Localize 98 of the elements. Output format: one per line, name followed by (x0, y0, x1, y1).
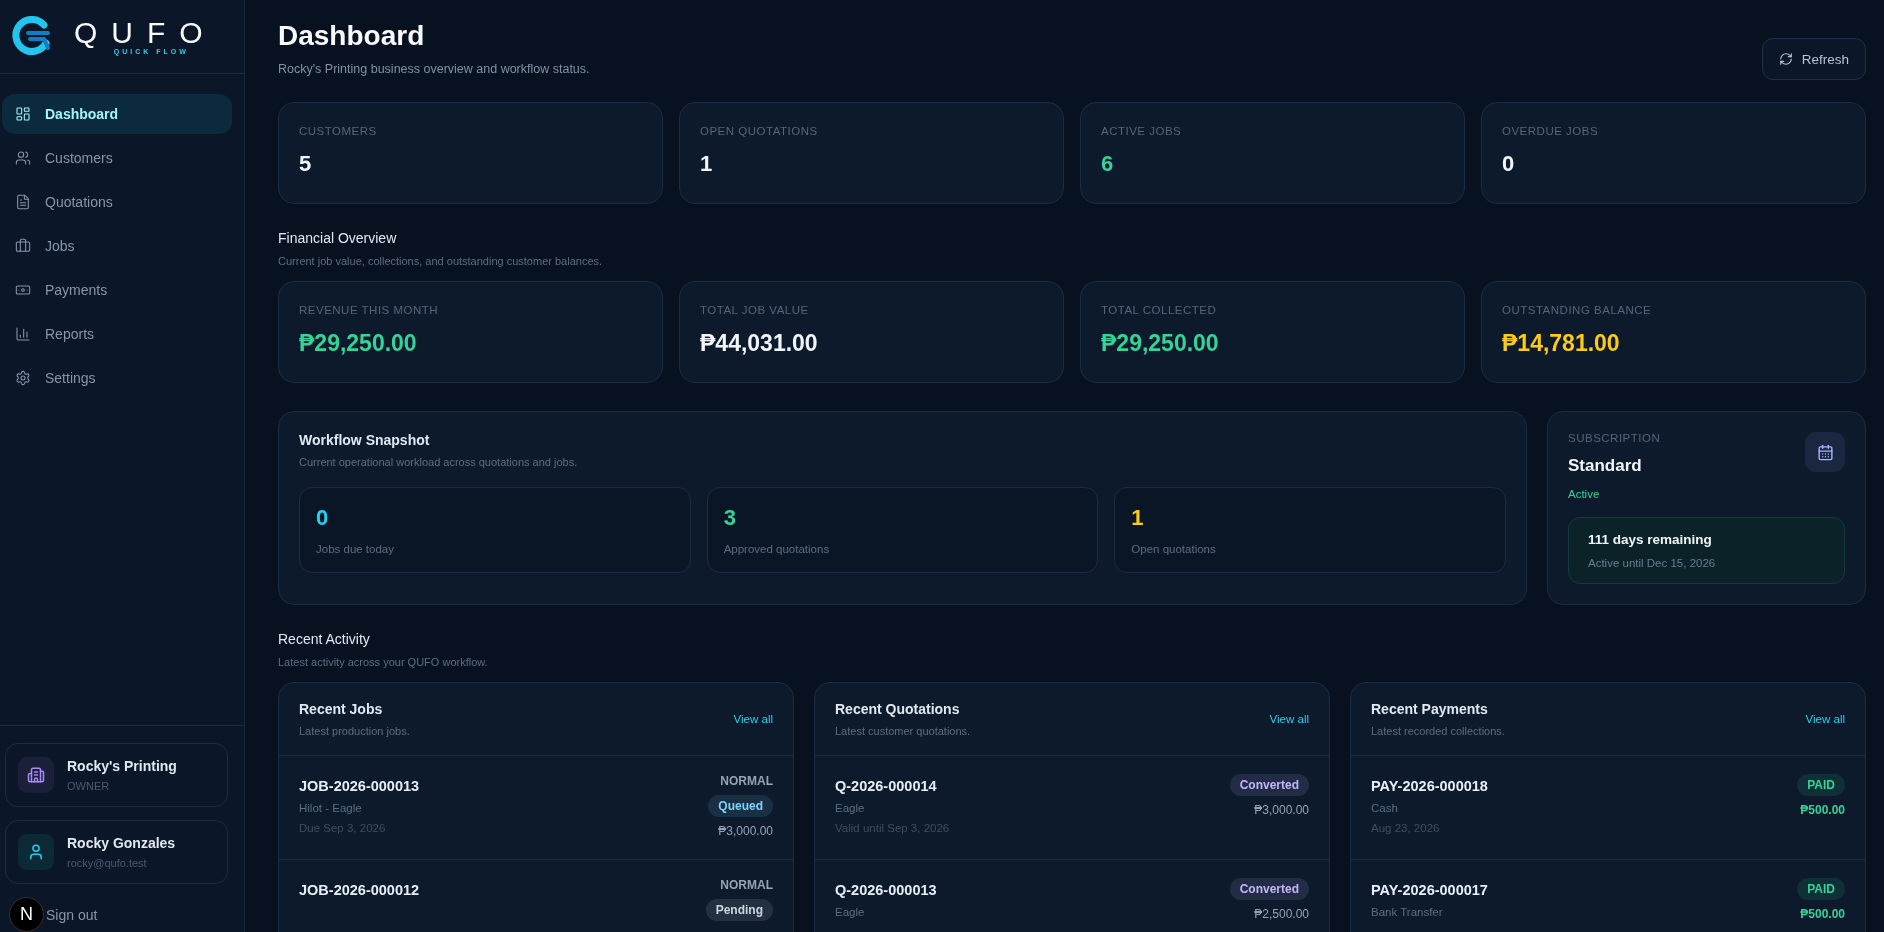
sidebar-item[interactable]: Jobs (2, 226, 232, 266)
record-number: Q-2026-000014 (835, 778, 938, 794)
user-icon (18, 834, 54, 870)
settings-icon (15, 370, 31, 386)
status-badge: Converted (1229, 774, 1309, 796)
sidebar-item[interactable]: Payments (2, 270, 232, 310)
activity-row[interactable]: PAY-2026-000017 Bank Transfer PAID ₱500.00 (1351, 860, 1865, 932)
finance-label: REVENUE THIS MONTH (299, 304, 440, 316)
section-subtitle: Latest activity across your QUFO workflow. (278, 656, 489, 668)
card-title: Recent Payments (1371, 701, 1489, 717)
section-subtitle: Current job value, collections, and outstanding customer balances. (278, 255, 604, 267)
dashboard-grid-icon (15, 106, 31, 122)
record-detail: Bank Transfer (1371, 906, 1444, 918)
sidebar-item[interactable]: Quotations (2, 182, 232, 222)
record-detail: Eagle (835, 906, 866, 918)
refresh-icon (1778, 52, 1793, 66)
page-subtitle: Rocky's Printing business overview and workflow status. (278, 62, 590, 76)
record-number: Q-2026-000013 (835, 882, 937, 898)
status-badge: Pending (705, 899, 773, 921)
stat-label: OPEN QUOTATIONS (700, 125, 819, 137)
section-title: Recent Activity (278, 631, 371, 647)
panel-title: Workflow Snapshot (299, 432, 431, 448)
activity-row[interactable]: JOB-2026-000012 NORMAL Pending (279, 860, 793, 932)
stat-value: 5 (299, 151, 313, 177)
priority-label: NORMAL (720, 774, 773, 788)
record-number: PAY-2026-000018 (1371, 778, 1488, 794)
metric-label: Jobs due today (316, 543, 395, 555)
metric-value: 0 (316, 505, 330, 531)
record-detail: Hilot - Eagle (299, 802, 363, 814)
banknote-icon (15, 282, 31, 298)
card-title: Recent Jobs (299, 701, 384, 717)
status-badge: PAID (1797, 878, 1845, 900)
card-subtitle: Latest recorded collections. (1371, 725, 1505, 737)
subscription-status: Active (1568, 488, 1601, 500)
metric-value: 3 (723, 505, 737, 531)
card-title: Recent Quotations (835, 701, 961, 717)
priority-label: NORMAL (720, 878, 773, 892)
plan-name: Standard (1568, 456, 1643, 476)
record-detail: Eagle (835, 802, 866, 814)
view-all-link[interactable]: View all (1269, 713, 1309, 725)
document-icon (15, 194, 31, 210)
user-email: rocky@qufo.test (67, 857, 148, 869)
briefcase-icon (15, 238, 31, 254)
finance-label: OUTSTANDING BALANCE (1502, 304, 1653, 316)
amount: ₱3,000.00 (718, 824, 773, 838)
record-number: JOB-2026-000012 (299, 882, 420, 898)
activity-row[interactable]: Q-2026-000013 Eagle Converted ₱2,500.00 (815, 860, 1329, 932)
page-title: Dashboard (278, 20, 426, 52)
finance-label: TOTAL JOB VALUE (700, 304, 810, 316)
status-badge: Queued (708, 795, 773, 817)
amount: ₱3,000.00 (1254, 803, 1309, 817)
refresh-button[interactable]: Refresh (1761, 38, 1866, 80)
logo-icon (10, 15, 52, 58)
view-all-link[interactable]: View all (733, 713, 773, 725)
sidebar-item[interactable]: Customers (2, 138, 232, 178)
amount: ₱2,500.00 (1254, 907, 1309, 921)
finance-value: ₱44,031.00 (700, 330, 819, 357)
section-title: Financial Overview (278, 230, 398, 246)
amount: ₱500.00 (1800, 907, 1845, 921)
dev-indicator-badge[interactable]: N (9, 897, 44, 932)
user-name: Rocky Gonzales (67, 835, 176, 851)
metric-value: 1 (1131, 505, 1145, 531)
stat-value: 0 (1502, 151, 1516, 177)
brand-name: QUFO (73, 18, 217, 48)
building-icon (18, 757, 54, 793)
sidebar-item[interactable]: Reports (2, 314, 232, 354)
card-subtitle: Latest customer quotations. (835, 725, 971, 737)
amount: ₱500.00 (1800, 803, 1845, 817)
subscription-label: SUBSCRIPTION (1568, 432, 1661, 444)
status-badge: Converted (1229, 878, 1309, 900)
sidebar-item[interactable]: Dashboard (2, 94, 232, 134)
business-role: OWNER (67, 780, 111, 792)
active-until: Active until Dec 15, 2026 (1588, 557, 1717, 569)
record-number: JOB-2026-000013 (299, 778, 420, 794)
sign-out-link[interactable]: Sign out (46, 906, 98, 923)
record-number: PAY-2026-000017 (1371, 882, 1488, 898)
card-subtitle: Latest production jobs. (299, 725, 410, 737)
finance-label: TOTAL COLLECTED (1101, 304, 1218, 316)
view-all-link[interactable]: View all (1805, 713, 1845, 725)
metric-label: Open quotations (1131, 543, 1217, 555)
finance-value: ₱29,250.00 (1101, 330, 1220, 357)
days-remaining: 111 days remaining (1588, 532, 1713, 547)
users-icon (15, 150, 31, 166)
business-name: Rocky's Printing (67, 758, 177, 774)
status-badge: PAID (1797, 774, 1845, 796)
record-detail: Cash (1371, 802, 1399, 814)
stat-value: 1 (700, 151, 714, 177)
stat-label: OVERDUE JOBS (1502, 125, 1600, 137)
stat-value: 6 (1101, 151, 1115, 177)
calendar-icon (1805, 432, 1845, 472)
stat-label: CUSTOMERS (299, 125, 378, 137)
metric-label: Approved quotations (723, 543, 831, 555)
sidebar-item[interactable]: Settings (2, 358, 232, 398)
finance-value: ₱14,781.00 (1502, 330, 1621, 357)
finance-value: ₱29,250.00 (299, 330, 418, 357)
stat-label: ACTIVE JOBS (1101, 125, 1183, 137)
bar-chart-icon (15, 326, 31, 342)
panel-subtitle: Current operational workload across quotations and jobs. (299, 456, 579, 468)
